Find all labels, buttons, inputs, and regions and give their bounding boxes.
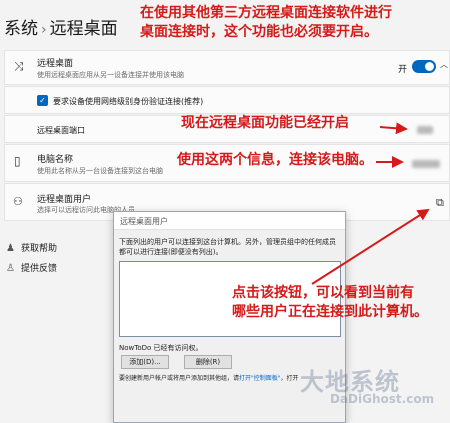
annotation-note-1-line1: 在使用其他第三方远程桌面连接软件进行 [140,5,392,21]
nla-checkbox[interactable]: ✓ [37,95,48,106]
nla-label: 要求设备使用网络级别身份验证连接(推荐) [53,97,204,106]
breadcrumb-separator: › [41,22,47,38]
get-help-label: 获取帮助 [20,244,57,254]
watermark-url: DaDiGhost.com [330,392,435,406]
breadcrumb: 系统 › 远程桌面 [4,14,118,39]
users-title: 远程桌面用户 [37,195,92,205]
breadcrumb-parent[interactable]: 系统 [4,19,38,39]
annotation-note-3: 使用这两个信息，连接该电脑。 [177,152,373,168]
annotation-note-1: 在使用其他第三方远程桌面连接软件进行 桌面连接时，这个功能也必须要开启。 [140,4,392,42]
document-icon: ▯ [14,154,21,168]
remote-desktop-subtitle: 使用远程桌面应用从另一设备连接并使用该电脑 [37,71,184,79]
pc-name-title: 电脑名称 [37,155,74,165]
dialog-bottom-suffix: ，打开 [280,375,299,382]
annotation-note-4-line2: 哪些用户正在连接到此计算机。 [232,304,428,320]
add-user-button[interactable]: 添加(D)... [121,355,169,369]
remote-desktop-toggle[interactable] [412,60,436,73]
toggle-knob [425,62,434,71]
dialog-bottom-prefix: 要创建新用户帐户或将用户添加到其他组，请 [119,375,240,382]
users-icon: ⚇ [13,195,23,208]
annotation-note-1-line2: 桌面连接时，这个功能也必须要开启。 [140,24,378,40]
port-title: 远程桌面端口 [37,126,85,135]
control-panel-link[interactable]: 打开"控制面板" [239,375,281,382]
get-help-link[interactable]: ♟ 获取帮助 [6,241,57,255]
remote-desktop-icon: ⤨ [14,59,24,73]
feedback-link[interactable]: ♙ 提供反馈 [6,261,57,275]
dialog-title: 远程桌面用户 [114,212,345,230]
annotation-note-2: 现在远程桌面功能已经开启 [181,115,349,131]
pc-name-subtitle: 使用此名称从另一台设备连接到这台电脑 [37,167,163,175]
toggle-state-label: 开 [398,65,408,75]
port-value-redacted [417,126,433,134]
dialog-access-text: NowToDo 已经有访问权。 [119,344,203,352]
page-title: 远程桌面 [49,19,118,39]
chevron-up-icon[interactable]: ︿ [440,61,448,69]
dialog-description: 下面列出的用户可以连接到这台计算机。另外，管理员组中的任何成员都可以进行连接(即… [119,238,336,256]
feedback-icon: ♙ [6,263,15,274]
help-icon: ♟ [6,243,15,254]
remove-user-button[interactable]: 删除(R) [184,355,232,369]
remote-desktop-title: 远程桌面 [37,59,74,69]
pc-name-value-redacted [412,160,440,168]
feedback-label: 提供反馈 [20,264,57,274]
annotation-note-4: 点击该按钮，可以看到当前有 哪些用户正在连接到此计算机。 [232,284,428,322]
open-external-icon[interactable]: ⧉ [436,197,444,208]
annotation-note-4-line1: 点击该按钮，可以看到当前有 [232,285,414,301]
